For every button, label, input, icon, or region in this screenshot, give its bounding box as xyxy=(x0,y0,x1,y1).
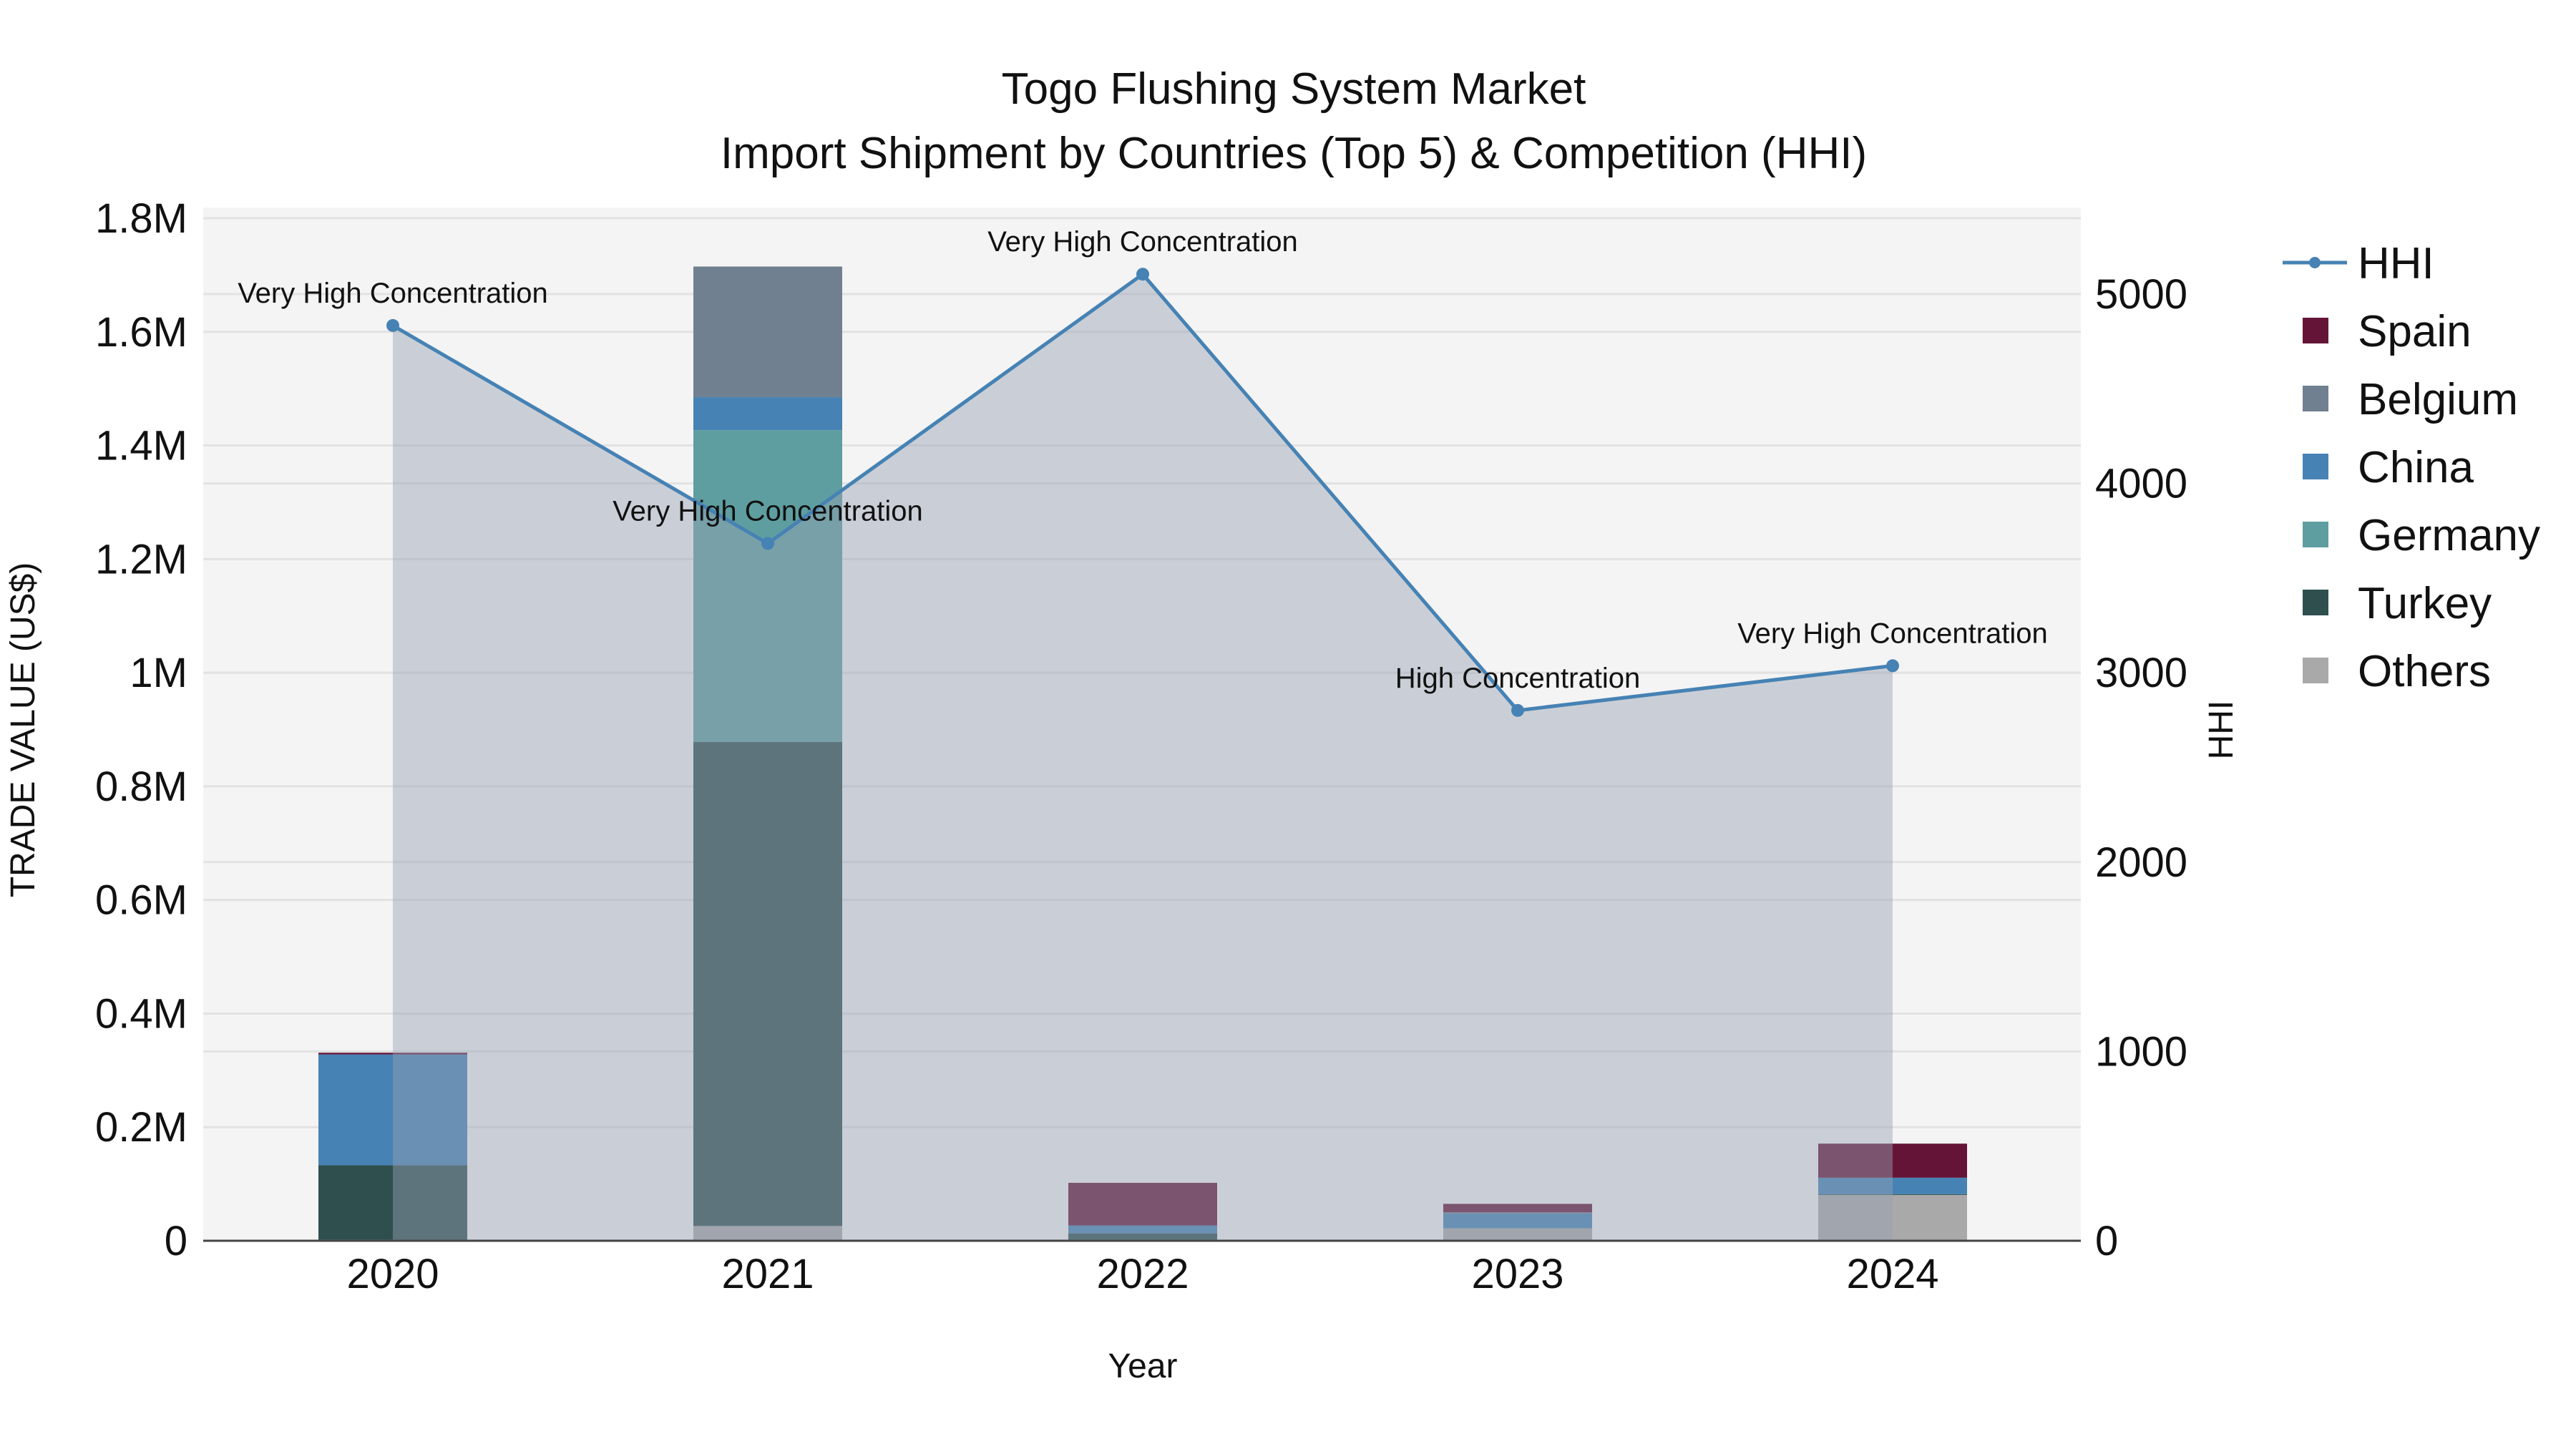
y-tick-label: 1.6M xyxy=(95,309,187,356)
y2-tick-label: 2000 xyxy=(2095,839,2187,886)
legend-label-hhi: HHI xyxy=(2358,239,2434,288)
x-tick-label: 2023 xyxy=(1471,1251,1563,1297)
x-tick-label: 2020 xyxy=(346,1251,439,1297)
chart-title: Togo Flushing System Market xyxy=(1002,64,1586,114)
y-tick-label: 0 xyxy=(165,1218,187,1264)
x-tick-label: 2021 xyxy=(721,1251,814,1297)
x-tick-label: 2022 xyxy=(1096,1251,1189,1297)
y2-tick-label: 4000 xyxy=(2095,461,2187,507)
bar-belgium-2021 xyxy=(693,266,842,398)
hhi-annotation: High Concentration xyxy=(1395,663,1640,694)
y2-tick-label: 1000 xyxy=(2095,1028,2187,1075)
hhi-point xyxy=(1136,268,1149,281)
y2-tick-label: 0 xyxy=(2095,1218,2118,1264)
legend-swatch-spain xyxy=(2303,318,2328,343)
hhi-point xyxy=(1886,659,1899,673)
legend-label-belgium: Belgium xyxy=(2358,375,2518,424)
y-tick-label: 0.8M xyxy=(95,763,187,810)
chart-subtitle: Import Shipment by Countries (Top 5) & C… xyxy=(721,129,1867,178)
y2-tick-label: 3000 xyxy=(2095,650,2187,696)
y-axis-title: TRADE VALUE (US$) xyxy=(4,562,42,898)
chart: Very High Concentration Very High Concent… xyxy=(4,64,2540,1385)
y-tick-label: 0.6M xyxy=(95,877,187,924)
hhi-point xyxy=(761,537,774,550)
legend-label-china: China xyxy=(2358,443,2474,492)
y2-axis-title: HHI xyxy=(2202,701,2240,760)
legend-hhi-marker-icon xyxy=(2309,257,2321,268)
x-tick-label: 2024 xyxy=(1846,1251,1938,1297)
legend-swatch-others xyxy=(2303,658,2328,683)
legend-swatch-belgium xyxy=(2303,386,2328,411)
hhi-point xyxy=(1511,703,1524,717)
x-axis-title: Year xyxy=(1108,1347,1178,1385)
legend-label-turkey: Turkey xyxy=(2358,579,2492,628)
legend-swatch-china xyxy=(2303,454,2328,479)
hhi-annotation: Very High Concentration xyxy=(1737,618,2048,649)
y-tick-label: 1.2M xyxy=(95,536,187,582)
legend-swatch-germany xyxy=(2303,522,2328,547)
legend-label-spain: Spain xyxy=(2358,307,2472,356)
legend-label-germany: Germany xyxy=(2358,511,2540,560)
bar-china-2021 xyxy=(693,397,842,431)
legend-swatch-turkey xyxy=(2303,590,2328,615)
hhi-annotation: Very High Concentration xyxy=(987,226,1298,258)
hhi-annotation: Very High Concentration xyxy=(613,495,923,527)
hhi-point xyxy=(386,318,399,332)
legend-label-others: Others xyxy=(2358,647,2491,696)
y-tick-label: 1M xyxy=(130,650,187,696)
y-tick-label: 0.2M xyxy=(95,1104,187,1151)
legend: HHI Spain Belgium China Germany Turkey Others xyxy=(2283,239,2540,696)
y2-tick-label: 5000 xyxy=(2095,271,2187,318)
hhi-annotation: Very High Concentration xyxy=(238,278,548,309)
y-tick-label: 1.8M xyxy=(95,195,187,242)
y-tick-label: 1.4M xyxy=(95,423,187,469)
y-tick-label: 0.4M xyxy=(95,990,187,1037)
